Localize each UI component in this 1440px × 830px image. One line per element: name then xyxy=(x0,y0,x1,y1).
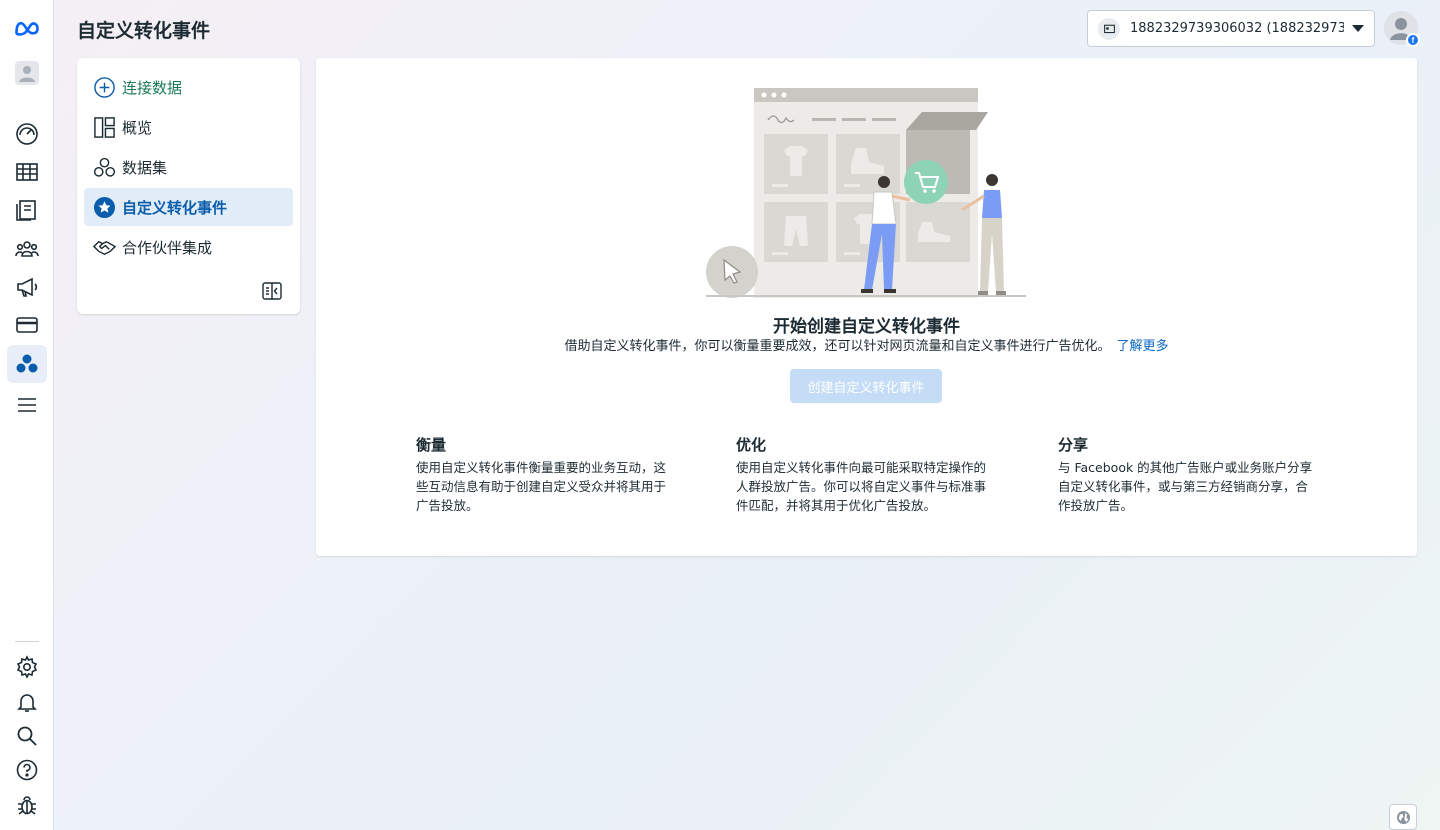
plus-circle-icon xyxy=(92,75,116,99)
bug-icon[interactable] xyxy=(7,786,47,824)
layout-icon xyxy=(92,115,116,139)
feature-optimize: 优化 使用自定义转化事件向最可能采取特定操作的人群投放广告。你可以将自定义事件与… xyxy=(736,434,998,515)
megaphone-icon[interactable] xyxy=(7,268,47,306)
facebook-badge-icon: f xyxy=(1406,33,1420,47)
chevron-down-icon xyxy=(1352,25,1364,32)
events-manager-subnav: 连接数据 概览 数据集 自定义转化事件 合作伙伴集成 xyxy=(77,58,300,314)
profile-avatar[interactable] xyxy=(7,54,47,92)
subnav-item-overview[interactable]: 概览 xyxy=(84,108,293,146)
subnav-item-partner-integrations[interactable]: 合作伙伴集成 xyxy=(84,228,293,266)
search-icon[interactable] xyxy=(7,717,47,755)
star-circle-icon xyxy=(92,195,116,219)
people-icon[interactable] xyxy=(7,230,47,268)
globe-icon xyxy=(1396,810,1410,824)
left-rail xyxy=(0,0,54,830)
subnav-item-custom-conversions[interactable]: 自定义转化事件 xyxy=(84,188,293,226)
subnav-item-label: 连接数据 xyxy=(122,78,183,97)
events-icon[interactable] xyxy=(7,345,47,383)
feature-text: 与 Facebook 的其他广告账户或业务账户分享自定义转化事件，或与第三方经销… xyxy=(1058,460,1313,513)
stack-icon[interactable] xyxy=(7,191,47,229)
handshake-icon xyxy=(92,235,116,259)
rail-divider xyxy=(15,641,39,642)
card-icon[interactable] xyxy=(7,306,47,344)
empty-state-title: 开始创建自定义转化事件 xyxy=(773,317,960,337)
help-icon[interactable] xyxy=(7,751,47,789)
language-globe-button[interactable] xyxy=(1389,804,1417,830)
create-custom-conversion-button[interactable]: 创建自定义转化事件 xyxy=(790,369,942,403)
subnav-item-label: 概览 xyxy=(122,118,153,137)
feature-title: 优化 xyxy=(736,436,767,454)
menu-icon[interactable] xyxy=(7,386,47,424)
subnav-item-datasets[interactable]: 数据集 xyxy=(84,148,293,186)
learn-more-link[interactable]: 了解更多 xyxy=(1117,339,1169,354)
feature-text: 使用自定义转化事件衡量重要的业务互动，这些互动信息有助于创建自定义受众并将其用于… xyxy=(416,460,667,513)
subnav-item-label: 自定义转化事件 xyxy=(122,198,228,217)
subnav-item-label: 数据集 xyxy=(122,158,168,177)
feature-share: 分享 与 Facebook 的其他广告账户或业务账户分享自定义转化事件，或与第三… xyxy=(1058,434,1320,515)
user-avatar[interactable]: f xyxy=(1384,11,1420,47)
ad-account-label: 1882329739306032 (1882329739... xyxy=(1130,21,1344,36)
store-illustration xyxy=(706,88,1026,298)
dataset-icon xyxy=(92,155,116,179)
meta-logo-icon[interactable] xyxy=(7,9,47,47)
feature-title: 分享 xyxy=(1058,436,1089,454)
ad-account-selector[interactable]: 1882329739306032 (1882329739... xyxy=(1087,10,1375,47)
bell-icon[interactable] xyxy=(7,683,47,721)
description-text: 借助自定义转化事件，你可以衡量重要成效，还可以针对网页流量和自定义事件进行广告优… xyxy=(564,339,1111,354)
feature-title: 衡量 xyxy=(416,436,447,454)
feature-text: 使用自定义转化事件向最可能采取特定操作的人群投放广告。你可以将自定义事件与标准事… xyxy=(736,460,987,513)
subnav-item-connect-data[interactable]: 连接数据 xyxy=(84,68,293,106)
gear-icon[interactable] xyxy=(7,648,47,686)
page-title: 自定义转化事件 xyxy=(77,20,211,42)
custom-conversions-empty-state: 开始创建自定义转化事件 借助自定义转化事件，你可以衡量重要成效，还可以针对网页流… xyxy=(316,58,1417,556)
business-icon xyxy=(1098,17,1120,40)
empty-state-description: 借助自定义转化事件，你可以衡量重要成效，还可以针对网页流量和自定义事件进行广告优… xyxy=(316,335,1417,354)
feature-measure: 衡量 使用自定义转化事件衡量重要的业务互动，这些互动信息有助于创建自定义受众并将… xyxy=(416,434,678,515)
subnav-item-label: 合作伙伴集成 xyxy=(122,238,213,257)
table-icon[interactable] xyxy=(7,153,47,191)
speedometer-icon[interactable] xyxy=(7,115,47,153)
collapse-panel-icon[interactable] xyxy=(261,280,283,302)
